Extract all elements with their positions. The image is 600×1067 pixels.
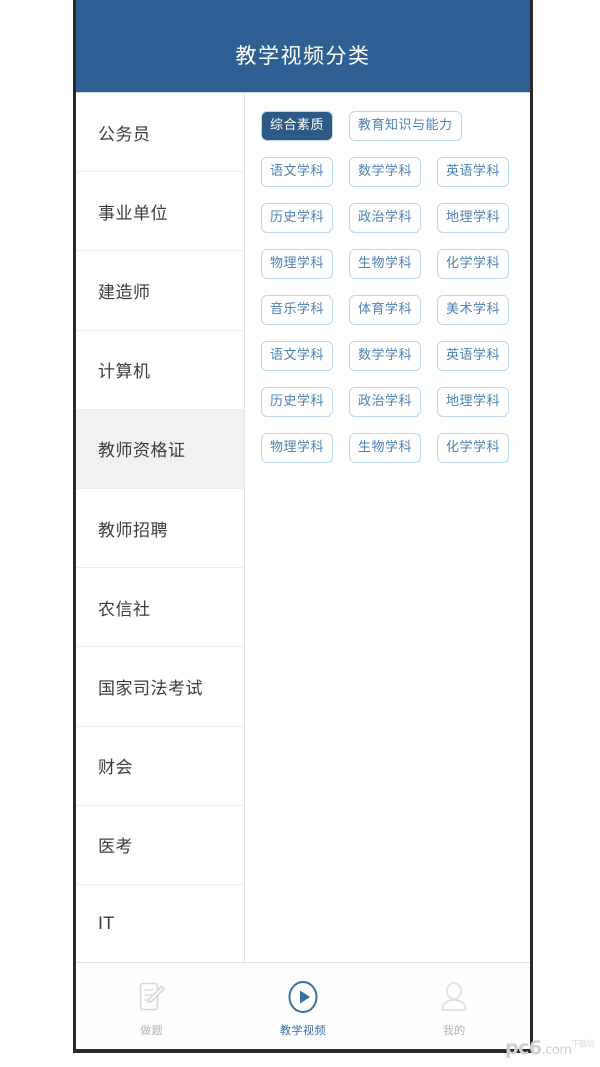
phone-screen: 教学视频分类 公务员 事业单位 建造师 计算机 教师资格证 教师招聘 农信社 国… — [76, 0, 530, 1049]
tag-chip[interactable]: 历史学科 — [261, 203, 333, 233]
tag-row: 音乐学科 体育学科 美术学科 — [261, 295, 516, 325]
sidebar-item-label: 建造师 — [98, 282, 151, 303]
tag-chip[interactable]: 英语学科 — [437, 341, 509, 371]
tag-chip[interactable]: 物理学科 — [261, 433, 333, 463]
tag-chip[interactable]: 历史学科 — [261, 387, 333, 417]
sidebar-item-yikao[interactable]: 医考 — [76, 805, 244, 885]
tag-chip[interactable]: 英语学科 — [437, 157, 509, 187]
watermark-suffix: 下载站 — [571, 1039, 595, 1049]
watermark-domain: .com — [541, 1043, 572, 1058]
sidebar-item-shiyedanwei[interactable]: 事业单位 — [76, 172, 244, 252]
sidebar-item-gongwuyuan[interactable]: 公务员 — [76, 93, 244, 173]
page-title: 教学视频分类 — [235, 44, 371, 68]
tag-chip[interactable]: 数学学科 — [349, 341, 421, 371]
watermark: pc6.com下载站 — [505, 1037, 594, 1059]
tag-chip[interactable]: 政治学科 — [349, 203, 421, 233]
note-pencil-icon — [137, 980, 167, 1014]
sidebar-item-label: 计算机 — [98, 362, 151, 383]
sidebar-item-label: IT — [98, 913, 115, 934]
sidebar-item-jiaoshizigezheng[interactable]: 教师资格证 — [76, 409, 244, 489]
nav-item-label: 做题 — [140, 1024, 164, 1037]
tag-row: 物理学科 生物学科 化学学科 — [261, 249, 516, 279]
sidebar-item-jiaoshizhaopin[interactable]: 教师招聘 — [76, 488, 244, 569]
sidebar-item-label: 医考 — [98, 837, 133, 858]
watermark-brand: pc6 — [505, 1037, 542, 1059]
sidebar-item-label: 事业单位 — [98, 203, 168, 224]
sidebar-item-label: 国家司法考试 — [98, 678, 203, 699]
tag-chip[interactable]: 生物学科 — [349, 249, 421, 279]
sidebar-item-it[interactable]: IT — [76, 884, 244, 962]
tag-chip[interactable]: 政治学科 — [349, 387, 421, 417]
nav-item-label: 我的 — [442, 1024, 466, 1037]
sidebar-item-guojiasifakaoshi[interactable]: 国家司法考试 — [76, 647, 244, 727]
sidebar-item-jianzaoshi[interactable]: 建造师 — [76, 251, 244, 331]
tag-chip[interactable]: 语文学科 — [261, 341, 333, 371]
tag-row: 语文学科 数学学科 英语学科 — [261, 157, 516, 187]
tag-row: 物理学科 生物学科 化学学科 — [261, 433, 516, 463]
sidebar-item-label: 公务员 — [98, 124, 151, 145]
tag-panel: 综合素质 教育知识与能力 语文学科 数学学科 英语学科 历史学科 政治学科 地理… — [245, 93, 530, 962]
tag-row: 语文学科 数学学科 英语学科 — [261, 341, 516, 371]
sidebar-item-label: 农信社 — [98, 599, 151, 620]
sidebar-item-nongxinshe[interactable]: 农信社 — [76, 568, 244, 648]
bottom-nav: 做题 教学视频 我的 — [76, 962, 530, 1049]
tag-chip[interactable]: 教育知识与能力 — [349, 111, 462, 141]
tag-chip[interactable]: 美术学科 — [437, 295, 509, 325]
sidebar-item-label: 财会 — [98, 758, 133, 779]
tag-chip[interactable]: 化学学科 — [437, 433, 509, 463]
tag-chip[interactable]: 生物学科 — [349, 433, 421, 463]
sidebar-item-jisuanji[interactable]: 计算机 — [76, 330, 244, 410]
content-area: 公务员 事业单位 建造师 计算机 教师资格证 教师招聘 农信社 国家司法考试 财… — [76, 92, 530, 962]
sidebar-item-label: 教师资格证 — [98, 441, 186, 462]
tag-chip[interactable]: 体育学科 — [349, 295, 421, 325]
sidebar-item-caikuai[interactable]: 财会 — [76, 726, 244, 806]
tag-row: 综合素质 教育知识与能力 — [261, 111, 516, 141]
tag-row: 历史学科 政治学科 地理学科 — [261, 203, 516, 233]
tag-chip[interactable]: 物理学科 — [261, 249, 333, 279]
tag-chip[interactable]: 综合素质 — [261, 111, 334, 141]
phone-frame: 教学视频分类 公务员 事业单位 建造师 计算机 教师资格证 教师招聘 农信社 国… — [73, 0, 533, 1053]
sidebar-item-label: 教师招聘 — [98, 520, 168, 541]
app-header: 教学视频分类 — [76, 0, 530, 92]
nav-item-zuoti[interactable]: 做题 — [76, 963, 227, 1049]
nav-item-jiaoxueshipin[interactable]: 教学视频 — [227, 963, 378, 1049]
nav-item-label: 教学视频 — [279, 1024, 326, 1037]
tag-chip[interactable]: 音乐学科 — [261, 295, 333, 325]
tag-chip[interactable]: 语文学科 — [261, 157, 333, 187]
category-sidebar[interactable]: 公务员 事业单位 建造师 计算机 教师资格证 教师招聘 农信社 国家司法考试 财… — [76, 93, 245, 962]
person-icon — [439, 980, 469, 1014]
tag-chip[interactable]: 数学学科 — [349, 157, 421, 187]
tag-chip[interactable]: 地理学科 — [437, 203, 509, 233]
tag-row: 历史学科 政治学科 地理学科 — [261, 387, 516, 417]
tag-chip[interactable]: 地理学科 — [437, 387, 509, 417]
play-circle-icon — [287, 980, 319, 1014]
tag-chip[interactable]: 化学学科 — [437, 249, 509, 279]
